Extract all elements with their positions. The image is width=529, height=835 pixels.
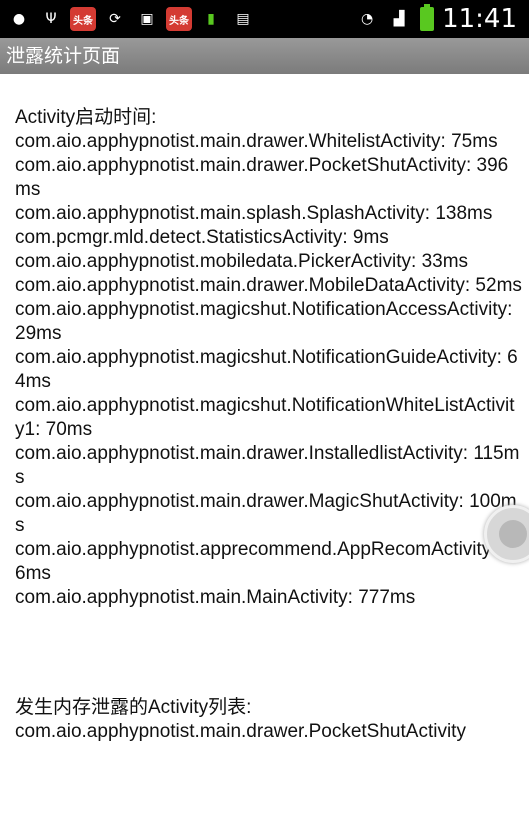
list-item: com.aio.apphypnotist.main.MainActivity: … [15,587,416,608]
list-item: com.aio.apphypnotist.magicshut.Notificat… [15,395,515,440]
qq-icon: ● [12,11,26,27]
list-item: com.aio.apphypnotist.main.drawer.PocketS… [15,721,466,742]
list-item: com.aio.apphypnotist.main.drawer.MobileD… [15,275,522,296]
status-bar: ● Ψ 头条 ⟳ ▣ 头条 ▮ ▤ ◔ ▟ 11:41 [0,0,529,38]
page-title: 泄露统计页面 [6,45,121,67]
usb-icon: Ψ [45,11,57,27]
app-title-bar: 泄露统计页面 [0,38,529,74]
activity-heading: Activity启动时间: [15,107,157,128]
headline-icon: 头条 [166,7,192,31]
list-item: com.aio.apphypnotist.magicshut.Notificat… [15,347,518,392]
leak-heading: 发生内存泄露的Activity列表: [15,697,252,718]
activity-list: com.aio.apphypnotist.main.drawer.Whiteli… [15,130,523,610]
list-item: com.aio.apphypnotist.main.drawer.MagicSh… [15,491,517,536]
list-item: com.aio.apphypnotist.main.splash.SplashA… [15,203,493,224]
list-item: com.aio.apphypnotist.magicshut.Notificat… [15,299,513,344]
sim-icon: ▤ [236,11,250,27]
clock: 11:41 [442,4,517,34]
list-item: com.aio.apphypnotist.main.drawer.Install… [15,443,520,488]
list-item: com.aio.apphypnotist.main.drawer.PocketS… [15,155,509,200]
battery-app-icon: ▮ [207,11,215,27]
leak-list: com.aio.apphypnotist.main.drawer.PocketS… [15,720,523,744]
app-store-icon: ▣ [140,11,154,27]
content-area: Activity启动时间: com.aio.apphypnotist.main.… [15,106,523,744]
sync-icon: ⟳ [109,11,121,27]
list-item: com.pcmgr.mld.detect.StatisticsActivity:… [15,227,389,248]
list-item: com.aio.apphypnotist.mobiledata.PickerAc… [15,251,469,272]
signal-icon: ▟ [393,11,405,27]
list-item: com.aio.apphypnotist.main.drawer.Whiteli… [15,131,498,152]
wifi-icon: ◔ [360,11,374,27]
list-item: com.aio.apphypnotist.apprecommend.AppRec… [15,539,523,584]
battery-icon [420,4,435,31]
headline-icon: 头条 [70,7,96,31]
